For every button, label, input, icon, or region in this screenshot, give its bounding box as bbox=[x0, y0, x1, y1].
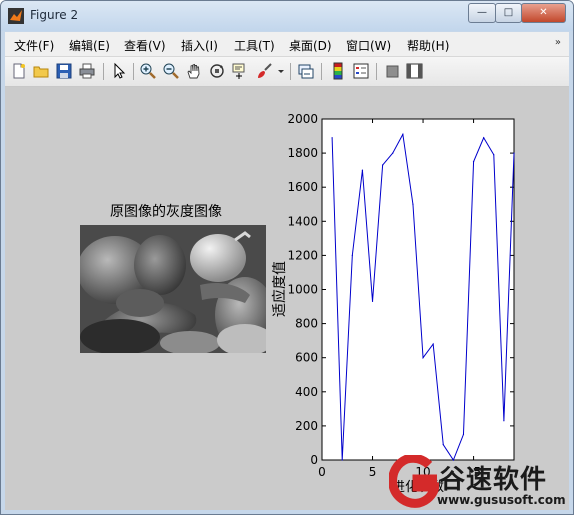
data-point bbox=[341, 459, 343, 461]
legend-icon[interactable] bbox=[352, 62, 370, 80]
toolbar-separator bbox=[103, 63, 104, 80]
show-plot-tools-icon[interactable] bbox=[405, 62, 423, 80]
menu-overflow-chevron[interactable]: » bbox=[555, 37, 561, 48]
menu-window[interactable]: 窗口(W) bbox=[346, 37, 391, 54]
window-title: Figure 2 bbox=[30, 8, 79, 22]
data-point bbox=[432, 343, 434, 345]
data-point bbox=[392, 152, 394, 154]
zoom-in-icon[interactable] bbox=[139, 62, 157, 80]
toolbar-separator bbox=[321, 63, 322, 80]
menu-insert[interactable]: 插入(I) bbox=[181, 37, 218, 54]
toolbar-separator bbox=[290, 63, 291, 80]
data-point bbox=[361, 169, 364, 171]
data-point bbox=[493, 154, 495, 156]
data-point bbox=[402, 133, 404, 135]
data-point bbox=[503, 420, 505, 422]
data-point bbox=[351, 254, 353, 256]
menu-tools[interactable]: 工具(T) bbox=[234, 37, 275, 54]
y-tick-label: 1800 bbox=[287, 146, 318, 160]
watermark: 谷速软件 www.gususoft.com bbox=[389, 453, 573, 514]
menu-file[interactable]: 文件(F) bbox=[14, 37, 54, 54]
rotate-3d-icon[interactable] bbox=[208, 62, 226, 80]
data-cursor-icon[interactable] bbox=[231, 62, 249, 80]
data-point bbox=[483, 137, 485, 139]
link-plot-icon[interactable] bbox=[297, 62, 315, 80]
y-tick-label: 2000 bbox=[287, 112, 318, 126]
menu-view[interactable]: 查看(V) bbox=[124, 37, 166, 54]
colorbar-icon[interactable] bbox=[329, 62, 347, 80]
y-tick-label: 1000 bbox=[287, 283, 318, 297]
watermark-name: 谷速软件 bbox=[439, 465, 548, 495]
y-tick-label: 0 bbox=[310, 453, 318, 467]
y-tick-label: 200 bbox=[295, 419, 318, 433]
watermark-url: www.gususoft.com bbox=[437, 493, 566, 507]
menu-bar: 文件(F) 编辑(E) 查看(V) 插入(I) 工具(T) 桌面(D) 窗口(W… bbox=[5, 32, 569, 57]
y-tick-label: 1600 bbox=[287, 180, 318, 194]
data-point bbox=[371, 300, 374, 303]
toolbar-separator bbox=[376, 63, 377, 80]
data-point bbox=[422, 357, 424, 359]
data-point bbox=[513, 152, 515, 154]
menu-help[interactable]: 帮助(H) bbox=[407, 37, 449, 54]
x-tick-label: 0 bbox=[318, 465, 326, 479]
data-point bbox=[462, 433, 465, 436]
toolbar-separator bbox=[133, 63, 134, 80]
data-point bbox=[331, 137, 333, 139]
fitness-line-chart[interactable]: 0 200 400 600 800 1000 1200 1400 1600 1800 2000 0 5… bbox=[5, 87, 569, 510]
brush-dropdown-icon[interactable] bbox=[276, 62, 286, 80]
data-point bbox=[382, 164, 384, 166]
menu-desktop[interactable]: 桌面(D) bbox=[289, 37, 332, 54]
y-axis-label: 适应度值 bbox=[271, 261, 288, 317]
menu-edit[interactable]: 编辑(E) bbox=[69, 37, 110, 54]
data-point bbox=[472, 161, 475, 163]
x-tick-label: 5 bbox=[369, 465, 377, 479]
y-tick-label: 1200 bbox=[287, 248, 318, 262]
matlab-logo-icon bbox=[8, 8, 24, 24]
figure-window: Figure 2 — □ ✕ 文件(F) 编辑(E) 查看(V) 插入(I) 工… bbox=[0, 0, 574, 515]
data-point bbox=[412, 203, 414, 205]
maximize-button[interactable]: □ bbox=[495, 3, 522, 23]
y-tick-label: 800 bbox=[295, 317, 318, 331]
open-file-icon[interactable] bbox=[32, 62, 50, 80]
hide-plot-tools-icon[interactable] bbox=[383, 62, 401, 80]
y-tick-label: 400 bbox=[295, 385, 318, 399]
new-figure-icon[interactable] bbox=[10, 62, 28, 80]
pan-hand-icon[interactable] bbox=[185, 62, 203, 80]
save-icon[interactable] bbox=[55, 62, 73, 80]
minimize-button[interactable]: — bbox=[468, 3, 496, 23]
brush-icon[interactable] bbox=[255, 62, 273, 80]
y-tick-label: 1400 bbox=[287, 214, 318, 228]
title-bar[interactable]: Figure 2 — □ ✕ bbox=[1, 1, 573, 31]
y-tick-label: 600 bbox=[295, 351, 318, 365]
figure-toolbar bbox=[5, 57, 569, 87]
close-button[interactable]: ✕ bbox=[521, 3, 566, 23]
figure-canvas[interactable]: 原图像的灰度图像 0 200 400 600 800 1000 1200 140… bbox=[5, 87, 569, 510]
gususoft-logo-icon bbox=[389, 455, 439, 508]
data-point bbox=[442, 444, 444, 446]
zoom-out-icon[interactable] bbox=[162, 62, 180, 80]
print-icon[interactable] bbox=[78, 62, 96, 80]
edit-plot-arrow-icon[interactable] bbox=[110, 62, 128, 80]
